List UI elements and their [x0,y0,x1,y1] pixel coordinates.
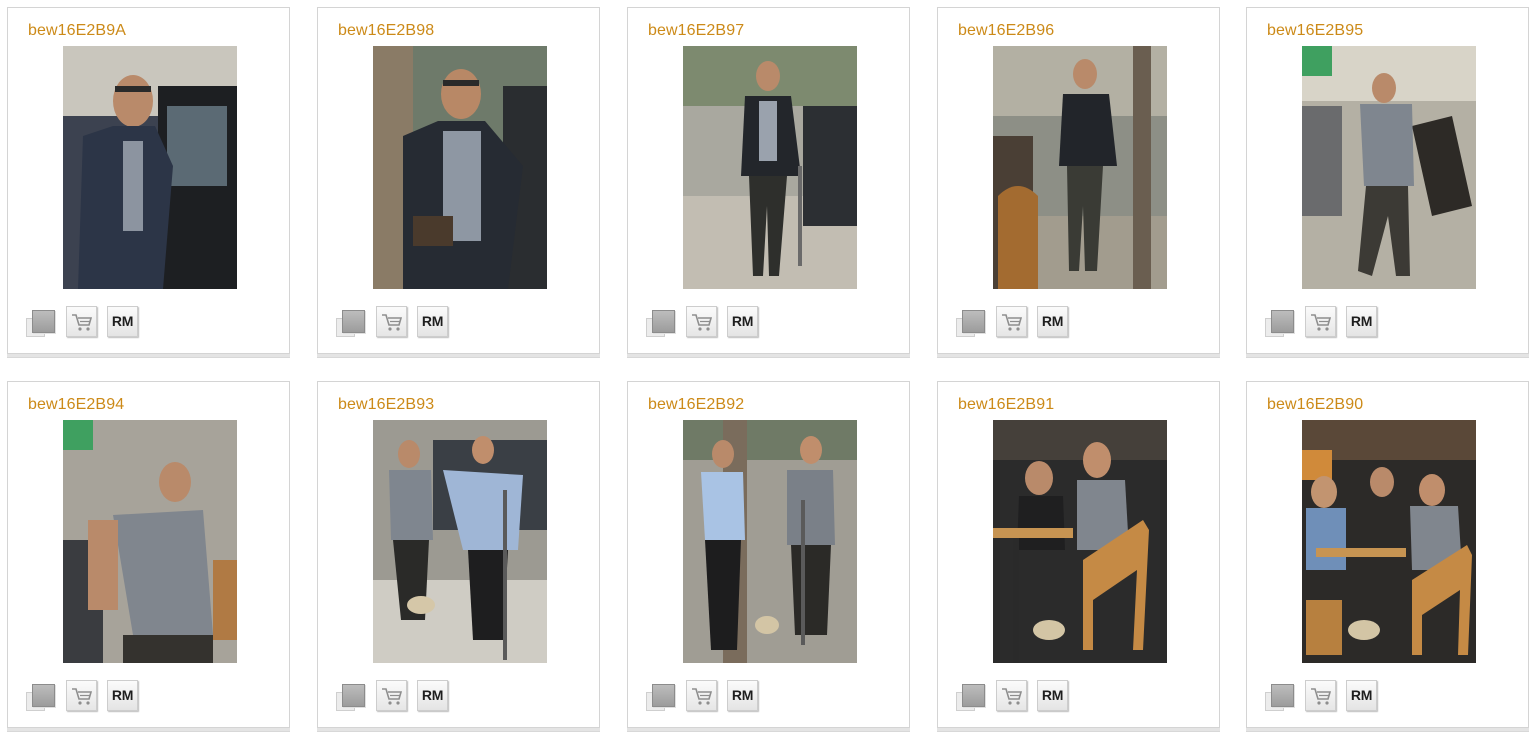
rights-managed-button[interactable]: RM [1346,680,1377,711]
gallery-card: bew16E2B9A RM [7,7,290,358]
lightbox-icon [32,684,55,707]
lightbox-button[interactable] [956,306,987,337]
image-code-link[interactable]: bew16E2B90 [1267,396,1363,414]
gallery-card: bew16E2B96 RM [937,7,1220,358]
shopping-cart-icon [692,688,713,705]
gallery-card: bew16E2B97 RM [627,7,910,358]
lightbox-button[interactable] [26,680,57,711]
lightbox-button[interactable] [646,306,677,337]
lightbox-icon [1271,684,1294,707]
shopping-cart-icon [382,314,403,331]
image-code-link[interactable]: bew16E2B95 [1267,22,1363,40]
shopping-cart-icon [72,314,93,331]
rights-managed-button[interactable]: RM [417,680,448,711]
image-code-link[interactable]: bew16E2B92 [648,396,744,414]
shopping-cart-icon [72,688,93,705]
add-to-cart-button[interactable] [376,680,407,711]
add-to-cart-button[interactable] [996,680,1027,711]
gallery-card: bew16E2B92 RM [627,381,910,732]
add-to-cart-button[interactable] [996,306,1027,337]
gallery-card: bew16E2B90 RM [1246,381,1529,732]
shopping-cart-icon [1002,314,1023,331]
add-to-cart-button[interactable] [1305,680,1336,711]
add-to-cart-button[interactable] [66,680,97,711]
image-code-link[interactable]: bew16E2B93 [338,396,434,414]
lightbox-icon [342,684,365,707]
lightbox-icon [342,310,365,333]
add-to-cart-button[interactable] [66,306,97,337]
lightbox-icon [962,310,985,333]
thumbnail-image[interactable] [63,420,237,663]
lightbox-button[interactable] [336,680,367,711]
shopping-cart-icon [1311,314,1332,331]
add-to-cart-button[interactable] [686,306,717,337]
gallery-card: bew16E2B94 RM [7,381,290,732]
shopping-cart-icon [382,688,403,705]
gallery-card: bew16E2B91 RM [937,381,1220,732]
lightbox-button[interactable] [1265,306,1296,337]
lightbox-button[interactable] [1265,680,1296,711]
lightbox-icon [32,310,55,333]
rights-managed-button[interactable]: RM [727,680,758,711]
shopping-cart-icon [1311,688,1332,705]
gallery-card: bew16E2B93 RM [317,381,600,732]
rights-managed-button[interactable]: RM [1037,306,1068,337]
thumbnail-image[interactable] [683,46,857,289]
image-code-link[interactable]: bew16E2B96 [958,22,1054,40]
thumbnail-image[interactable] [993,420,1167,663]
lightbox-icon [1271,310,1294,333]
thumbnail-image[interactable] [373,420,547,663]
image-code-link[interactable]: bew16E2B94 [28,396,124,414]
rights-managed-button[interactable]: RM [1037,680,1068,711]
lightbox-icon [652,684,675,707]
rights-managed-button[interactable]: RM [417,306,448,337]
rights-managed-button[interactable]: RM [1346,306,1377,337]
lightbox-icon [652,310,675,333]
thumbnail-image[interactable] [993,46,1167,289]
lightbox-button[interactable] [956,680,987,711]
lightbox-icon [962,684,985,707]
thumbnail-image[interactable] [1302,420,1476,663]
thumbnail-image[interactable] [373,46,547,289]
image-code-link[interactable]: bew16E2B97 [648,22,744,40]
image-code-link[interactable]: bew16E2B9A [28,22,126,40]
image-code-link[interactable]: bew16E2B91 [958,396,1054,414]
gallery-card: bew16E2B98 RM [317,7,600,358]
image-code-link[interactable]: bew16E2B98 [338,22,434,40]
shopping-cart-icon [1002,688,1023,705]
rights-managed-button[interactable]: RM [727,306,758,337]
add-to-cart-button[interactable] [686,680,717,711]
thumbnail-image[interactable] [1302,46,1476,289]
thumbnail-image[interactable] [63,46,237,289]
add-to-cart-button[interactable] [1305,306,1336,337]
lightbox-button[interactable] [336,306,367,337]
thumbnail-image[interactable] [683,420,857,663]
lightbox-button[interactable] [26,306,57,337]
shopping-cart-icon [692,314,713,331]
lightbox-button[interactable] [646,680,677,711]
rights-managed-button[interactable]: RM [107,680,138,711]
gallery-card: bew16E2B95 RM [1246,7,1529,358]
rights-managed-button[interactable]: RM [107,306,138,337]
add-to-cart-button[interactable] [376,306,407,337]
